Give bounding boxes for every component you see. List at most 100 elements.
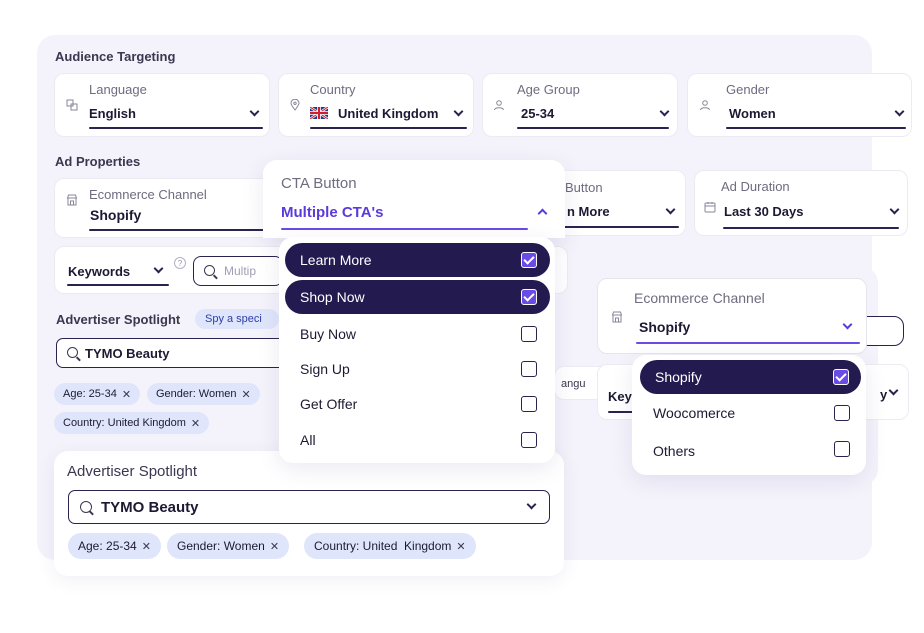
close-icon[interactable]: ✕ [270, 540, 279, 553]
option-label: Sign Up [300, 361, 350, 377]
cta-option-sign-up[interactable]: Sign Up [285, 352, 550, 386]
country-field[interactable]: Country United Kingdom [278, 73, 474, 137]
keywords-search-input[interactable]: Multip [193, 256, 283, 286]
option-label: Others [653, 443, 696, 459]
chip-age-large[interactable]: Age: 25-34 ✕ [68, 533, 161, 559]
checkbox-unchecked[interactable] [521, 326, 537, 342]
close-icon[interactable]: ✕ [122, 388, 131, 401]
cta-value[interactable]: Multiple CTA's [281, 204, 383, 221]
chevron-down-icon[interactable] [453, 106, 464, 117]
country-label: Country [310, 82, 356, 97]
option-label: Shop Now [300, 289, 365, 305]
cta-dropdown-menu: Learn More Shop Now Buy Now Sign Up Get … [279, 237, 555, 463]
chevron-down-icon[interactable] [249, 106, 260, 117]
cta-option-buy-now[interactable]: Buy Now [285, 317, 550, 351]
user-icon [494, 100, 504, 111]
chip-label: Gender: Women [156, 388, 237, 400]
checkbox-unchecked[interactable] [521, 432, 537, 448]
ecom-option-woocomerce[interactable]: Woocomerce [640, 396, 861, 430]
gender-value: Women [729, 106, 776, 121]
chevron-up-icon[interactable] [537, 208, 548, 219]
close-icon[interactable]: ✕ [191, 417, 200, 430]
ecommerce-dropdown-field[interactable]: Ecommerce Channel Shopify [597, 278, 867, 354]
help-icon[interactable]: ? [174, 257, 186, 269]
checkbox-checked[interactable] [521, 252, 537, 268]
country-underline [310, 127, 467, 129]
ecommerce-underline [89, 229, 275, 231]
search-icon [80, 501, 92, 513]
spotlight-title-large: Advertiser Spotlight [67, 463, 198, 480]
calendar-icon [704, 202, 716, 213]
chevron-down-icon[interactable] [889, 204, 900, 215]
spotlight-title-small: Advertiser Spotlight [56, 312, 181, 327]
cta-option-all[interactable]: All [285, 423, 550, 457]
chevron-down-icon [888, 385, 899, 396]
option-label: All [300, 432, 316, 448]
cta-option-get-offer[interactable]: Get Offer [285, 387, 550, 421]
spy-badge[interactable]: Spy a speci [195, 309, 279, 329]
chip-gender-small[interactable]: Gender: Women ✕ [147, 383, 260, 405]
age-label: Age Group [517, 82, 580, 97]
age-value: 25-34 [521, 106, 555, 121]
checkbox-unchecked[interactable] [834, 441, 850, 457]
chevron-down-icon[interactable] [894, 106, 905, 117]
translate-icon [66, 99, 78, 111]
chip-age-small[interactable]: Age: 25-34 ✕ [54, 383, 141, 405]
language-value: English [89, 106, 136, 121]
gender-field[interactable]: Gender Women [687, 73, 912, 137]
audience-title: Audience Targeting [55, 49, 176, 64]
chevron-down-icon[interactable] [842, 319, 853, 330]
language-label: Language [89, 82, 147, 97]
chip-label: Country: United Kingdom [314, 539, 452, 553]
chip-country-large[interactable]: Country: United Kingdom ✕ [304, 533, 476, 559]
language-field[interactable]: Language English [54, 73, 270, 137]
uk-flag-icon [310, 107, 328, 119]
chip-label: Age: 25-34 [63, 388, 117, 400]
ecommerce-label: Ecomnerce Channel [89, 187, 207, 202]
cta-dropdown: CTA Button Multiple CTA's [263, 160, 565, 238]
chip-gender-large[interactable]: Gender: Women ✕ [167, 533, 290, 559]
close-icon[interactable]: ✕ [456, 540, 465, 553]
cta-option-learn-more[interactable]: Learn More [285, 243, 550, 277]
country-value: United Kingdom [338, 106, 439, 121]
checkbox-unchecked[interactable] [834, 405, 850, 421]
spotlight-search-large[interactable]: TYMO Beauty [68, 490, 550, 524]
gender-underline [726, 127, 906, 129]
duration-label: Ad Duration [721, 179, 790, 194]
user-icon [700, 100, 710, 111]
cta-option-shop-now[interactable]: Shop Now [285, 280, 550, 314]
behind-other-text: y [880, 387, 888, 402]
ad-duration-field[interactable]: Ad Duration Last 30 Days [694, 170, 908, 236]
behind-keywords-text: Key [608, 389, 632, 404]
location-pin-icon [290, 99, 300, 111]
search-icon [204, 265, 215, 276]
option-label: Get Offer [300, 396, 358, 412]
store-icon [611, 311, 623, 323]
checkbox-unchecked[interactable] [521, 396, 537, 412]
checkbox-unchecked[interactable] [521, 361, 537, 377]
ecom-option-others[interactable]: Others [640, 434, 861, 468]
chip-country-small[interactable]: Country: United Kingdom ✕ [54, 412, 210, 434]
chevron-down-icon[interactable] [659, 106, 670, 117]
option-label: Buy Now [300, 326, 357, 342]
chevron-down-icon[interactable] [665, 204, 676, 215]
chip-label: Age: 25-34 [78, 539, 137, 553]
close-icon[interactable]: ✕ [142, 540, 151, 553]
spotlight-search-value-small: TYMO Beauty [85, 346, 170, 361]
checkbox-checked[interactable] [833, 369, 849, 385]
close-icon[interactable]: ✕ [242, 388, 251, 401]
keywords-label[interactable]: Keywords [68, 264, 130, 279]
ecom-dropdown-value: Shopify [639, 319, 691, 335]
language-underline [89, 127, 263, 129]
ecom-dropdown-underline [636, 342, 860, 344]
chevron-down-icon[interactable] [526, 499, 537, 510]
ecom-option-shopify[interactable]: Shopify [640, 360, 861, 394]
spotlight-search-small[interactable]: TYMO Beauty [56, 338, 286, 368]
ecommerce-channel-field[interactable]: Ecomnerce Channel Shopify [54, 178, 275, 238]
store-icon [66, 194, 78, 206]
spotlight-search-value-large: TYMO Beauty [101, 499, 199, 516]
chevron-down-icon[interactable] [153, 263, 164, 274]
age-group-field[interactable]: Age Group 25-34 [482, 73, 678, 137]
checkbox-checked[interactable] [521, 289, 537, 305]
ecom-dropdown-label: Ecommerce Channel [634, 290, 765, 306]
